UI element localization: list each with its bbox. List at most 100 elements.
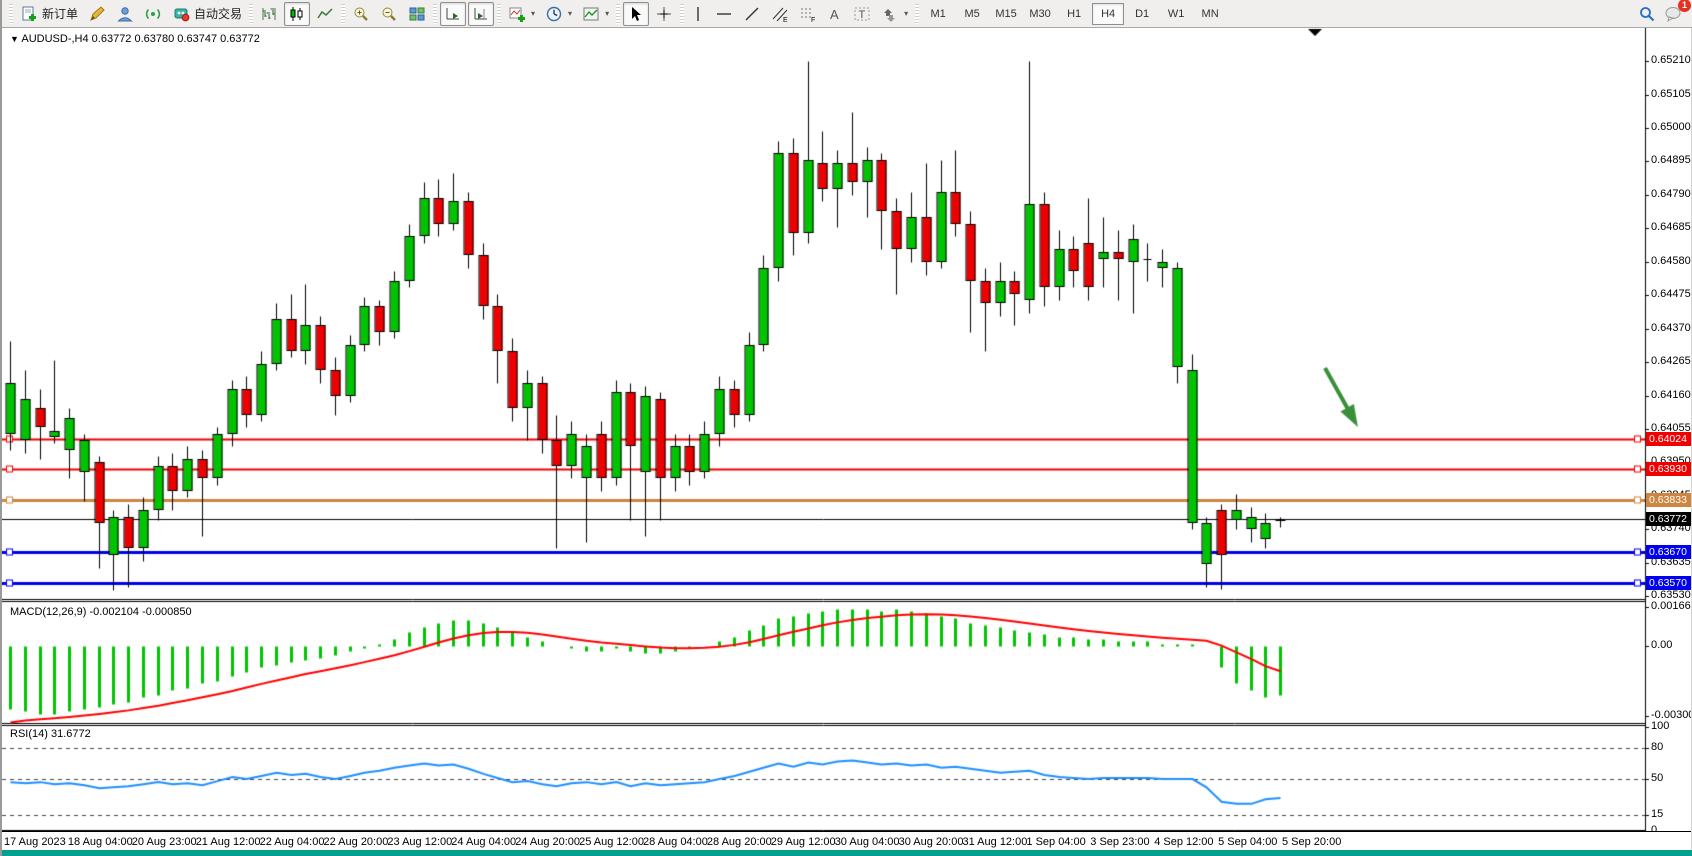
new-order-button[interactable]: 新订单 xyxy=(16,2,82,26)
toolbar-grip[interactable] xyxy=(680,4,684,24)
toolbar-grip[interactable] xyxy=(249,4,253,24)
periods-caret: ▾ xyxy=(568,9,572,18)
time-tick: 1 Sep 04:00 xyxy=(1026,836,1085,848)
zoom-in-icon xyxy=(352,5,370,23)
indicators-caret: ▾ xyxy=(531,9,535,18)
toolbar-grip[interactable] xyxy=(433,4,437,24)
time-tick: 28 Aug 04:00 xyxy=(643,836,708,848)
metaeditor-button[interactable] xyxy=(84,2,110,26)
templates-button[interactable]: ▾ xyxy=(578,2,613,26)
level-price-label[interactable]: 0.63833 xyxy=(1646,493,1692,507)
time-tick: 24 Aug 04:00 xyxy=(451,836,516,848)
timeframe-m5[interactable]: M5 xyxy=(956,3,988,25)
rsi-tick: 50 xyxy=(1651,772,1663,784)
macd-label: MACD(12,26,9) -0.002104 -0.000850 xyxy=(10,606,192,618)
toolbar-grip[interactable] xyxy=(9,4,13,24)
timeframe-d1[interactable]: D1 xyxy=(1126,3,1158,25)
price-tick: 0.64265 xyxy=(1651,355,1691,367)
toolbar-grip[interactable] xyxy=(341,4,345,24)
price-tick: 0.64685 xyxy=(1651,221,1691,233)
signals-button[interactable] xyxy=(140,2,166,26)
chart-type-group xyxy=(256,2,338,26)
time-tick: 21 Aug 12:00 xyxy=(196,836,261,848)
main-chart-canvas[interactable] xyxy=(2,28,1692,831)
periods-button[interactable]: ▾ xyxy=(541,2,576,26)
price-tick: 0.65105 xyxy=(1651,88,1691,100)
crosshair-button[interactable] xyxy=(651,2,677,26)
time-tick: 25 Aug 12:00 xyxy=(579,836,644,848)
chart-window: ▼ AUDUSD-,H4 0.63772 0.63780 0.63747 0.6… xyxy=(2,28,1692,856)
auto-scroll-icon xyxy=(444,5,462,23)
crosshair-icon xyxy=(655,5,673,23)
search-button[interactable] xyxy=(1634,2,1660,26)
time-tick: 5 Sep 20:00 xyxy=(1282,836,1341,848)
autotrading-label: 自动交易 xyxy=(194,5,242,22)
bar-chart-button[interactable] xyxy=(256,2,282,26)
notifications-button[interactable]: 1 xyxy=(1660,2,1686,26)
time-axis[interactable]: 17 Aug 202318 Aug 04:0020 Aug 23:0021 Au… xyxy=(2,831,1692,851)
time-tick: 30 Aug 04:00 xyxy=(835,836,900,848)
cursor-group xyxy=(623,2,677,26)
price-tick: 0.65210 xyxy=(1651,54,1691,66)
cursor-button[interactable] xyxy=(623,2,649,26)
time-tick: 23 Aug 12:00 xyxy=(387,836,452,848)
level-price-label[interactable]: 0.63670 xyxy=(1646,545,1692,559)
text-label-button[interactable]: T xyxy=(849,2,875,26)
toolbar-grip[interactable] xyxy=(616,4,620,24)
timeframe-h4[interactable]: H4 xyxy=(1092,3,1124,25)
timeframe-mn[interactable]: MN xyxy=(1194,3,1226,25)
line-chart-button[interactable] xyxy=(312,2,338,26)
autotrading-button[interactable]: 自动交易 xyxy=(168,2,246,26)
equidistant-channel-button[interactable]: E xyxy=(767,2,793,26)
level-price-label[interactable]: 0.63570 xyxy=(1646,576,1692,590)
rsi-label: RSI(14) 31.6772 xyxy=(10,728,91,740)
time-tick: 22 Aug 04:00 xyxy=(260,836,325,848)
horizontal-line-button[interactable] xyxy=(711,2,737,26)
new-order-label: 新订单 xyxy=(42,5,78,22)
clock-icon xyxy=(545,5,563,23)
tile-windows-button[interactable] xyxy=(404,2,430,26)
trendline-button[interactable] xyxy=(739,2,765,26)
line-chart-icon xyxy=(316,5,334,23)
svg-text:F: F xyxy=(811,17,815,23)
auto-scroll-button[interactable] xyxy=(440,2,466,26)
chart-shift-button[interactable] xyxy=(468,2,494,26)
zoom-out-button[interactable] xyxy=(376,2,402,26)
level-price-label[interactable]: 0.64024 xyxy=(1646,432,1692,446)
bar-chart-icon xyxy=(260,5,278,23)
arrows-menu-button[interactable]: ▾ xyxy=(877,2,912,26)
text-label-icon: T xyxy=(853,5,871,23)
mt4-window: 新订单 自动交易 xyxy=(0,0,1692,856)
fibonacci-button[interactable]: F xyxy=(795,2,821,26)
timeframe-h1[interactable]: H1 xyxy=(1058,3,1090,25)
timeframe-m30[interactable]: M30 xyxy=(1024,3,1056,25)
rsi-tick: 100 xyxy=(1651,720,1669,732)
bid-price-label[interactable]: 0.63772 xyxy=(1646,512,1692,526)
search-icon xyxy=(1638,5,1656,23)
time-tick: 17 Aug 2023 xyxy=(4,836,66,848)
text-button[interactable]: A xyxy=(823,2,847,26)
chevron-down-icon[interactable]: ▼ xyxy=(10,34,19,44)
zoom-in-button[interactable] xyxy=(348,2,374,26)
zoom-group xyxy=(348,2,430,26)
text-icon: A xyxy=(827,5,843,23)
toolbar-grip[interactable] xyxy=(497,4,501,24)
timeframe-w1[interactable]: W1 xyxy=(1160,3,1192,25)
profile-button[interactable] xyxy=(112,2,138,26)
toolbar-grip[interactable] xyxy=(915,4,919,24)
objects-group: ▾ ▾ ▾ xyxy=(504,2,613,26)
cursor-arrow-icon xyxy=(627,5,645,23)
indicators-button[interactable]: ▾ xyxy=(504,2,539,26)
time-tick: 28 Aug 20:00 xyxy=(707,836,772,848)
new-order-icon xyxy=(20,5,38,23)
zoom-out-icon xyxy=(380,5,398,23)
status-strip xyxy=(2,850,1692,856)
symbol-ohlc-line[interactable]: ▼ AUDUSD-,H4 0.63772 0.63780 0.63747 0.6… xyxy=(10,33,260,45)
timeframe-m15[interactable]: M15 xyxy=(990,3,1022,25)
timeframe-m1[interactable]: M1 xyxy=(922,3,954,25)
candlestick-chart-button[interactable] xyxy=(284,2,310,26)
vertical-line-button[interactable] xyxy=(687,2,709,26)
arrow-objects-icon xyxy=(881,5,899,23)
level-price-label[interactable]: 0.63930 xyxy=(1646,462,1692,476)
arrows-caret: ▾ xyxy=(904,9,908,18)
